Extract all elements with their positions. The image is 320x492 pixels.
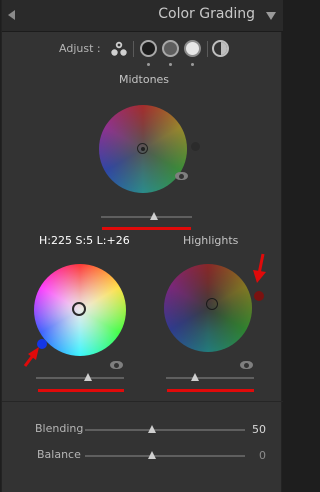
balance-slider-track[interactable] [85,455,245,457]
shadows-luminance-track[interactable] [36,377,124,379]
highlights-center-handle[interactable] [206,298,218,310]
adjust-separator [207,41,208,57]
section-divider [2,401,283,402]
annotation-underline [167,389,254,392]
balance-label: Balance [37,448,81,461]
blending-label: Blending [35,422,84,435]
blending-value[interactable]: 50 [252,423,266,436]
balance-slider-thumb[interactable] [147,451,156,459]
highlights-color-handle[interactable] [254,291,264,301]
midtones-color-wheel[interactable] [99,105,187,193]
annotation-arrow-icon [253,253,266,283]
mode-indicator-dot [169,63,172,66]
panel-header[interactable]: Color Grading [2,0,283,32]
mode-indicator-dot [147,63,150,66]
annotation-arrow-icon [23,347,39,367]
shadows-color-wheel[interactable] [34,264,126,356]
highlights-luminance-track[interactable] [166,377,254,379]
annotation-underline [102,227,191,230]
hsl-readout: H:225 S:5 L:+26 [39,234,130,247]
panel-title: Color Grading [158,6,255,22]
eye-icon[interactable] [110,361,123,369]
shadows-mode-button[interactable] [140,40,157,57]
midtones-luminance-thumb[interactable] [150,212,159,220]
midtones-label: Midtones [119,73,170,86]
eye-icon[interactable] [240,361,253,369]
eye-icon[interactable] [175,172,188,180]
global-mode-button[interactable] [212,40,229,57]
adjust-separator [133,41,134,57]
three-circles-icon[interactable] [110,40,128,58]
triangle-left-icon [8,10,15,20]
blending-slider-thumb[interactable] [147,425,156,433]
adjust-label: Adjust : [59,42,101,55]
midtones-luminance-track[interactable] [101,216,192,218]
highlights-label: Highlights [183,234,239,247]
color-grading-panel: Color Grading Adjust : Midtones H:225 S:… [1,0,283,492]
annotation-underline [38,389,124,392]
highlights-luminance-thumb[interactable] [191,373,200,381]
midtones-color-swatch [191,142,200,151]
collapse-icon[interactable] [266,12,276,20]
highlights-mode-button[interactable] [184,40,201,57]
mode-indicator-dot [191,63,194,66]
midtones-mode-button[interactable] [162,40,179,57]
blending-slider-track[interactable] [85,429,245,431]
highlights-color-wheel[interactable] [164,264,252,352]
shadows-center-handle[interactable] [72,302,86,316]
balance-value[interactable]: 0 [259,449,266,462]
shadows-luminance-thumb[interactable] [84,373,93,381]
